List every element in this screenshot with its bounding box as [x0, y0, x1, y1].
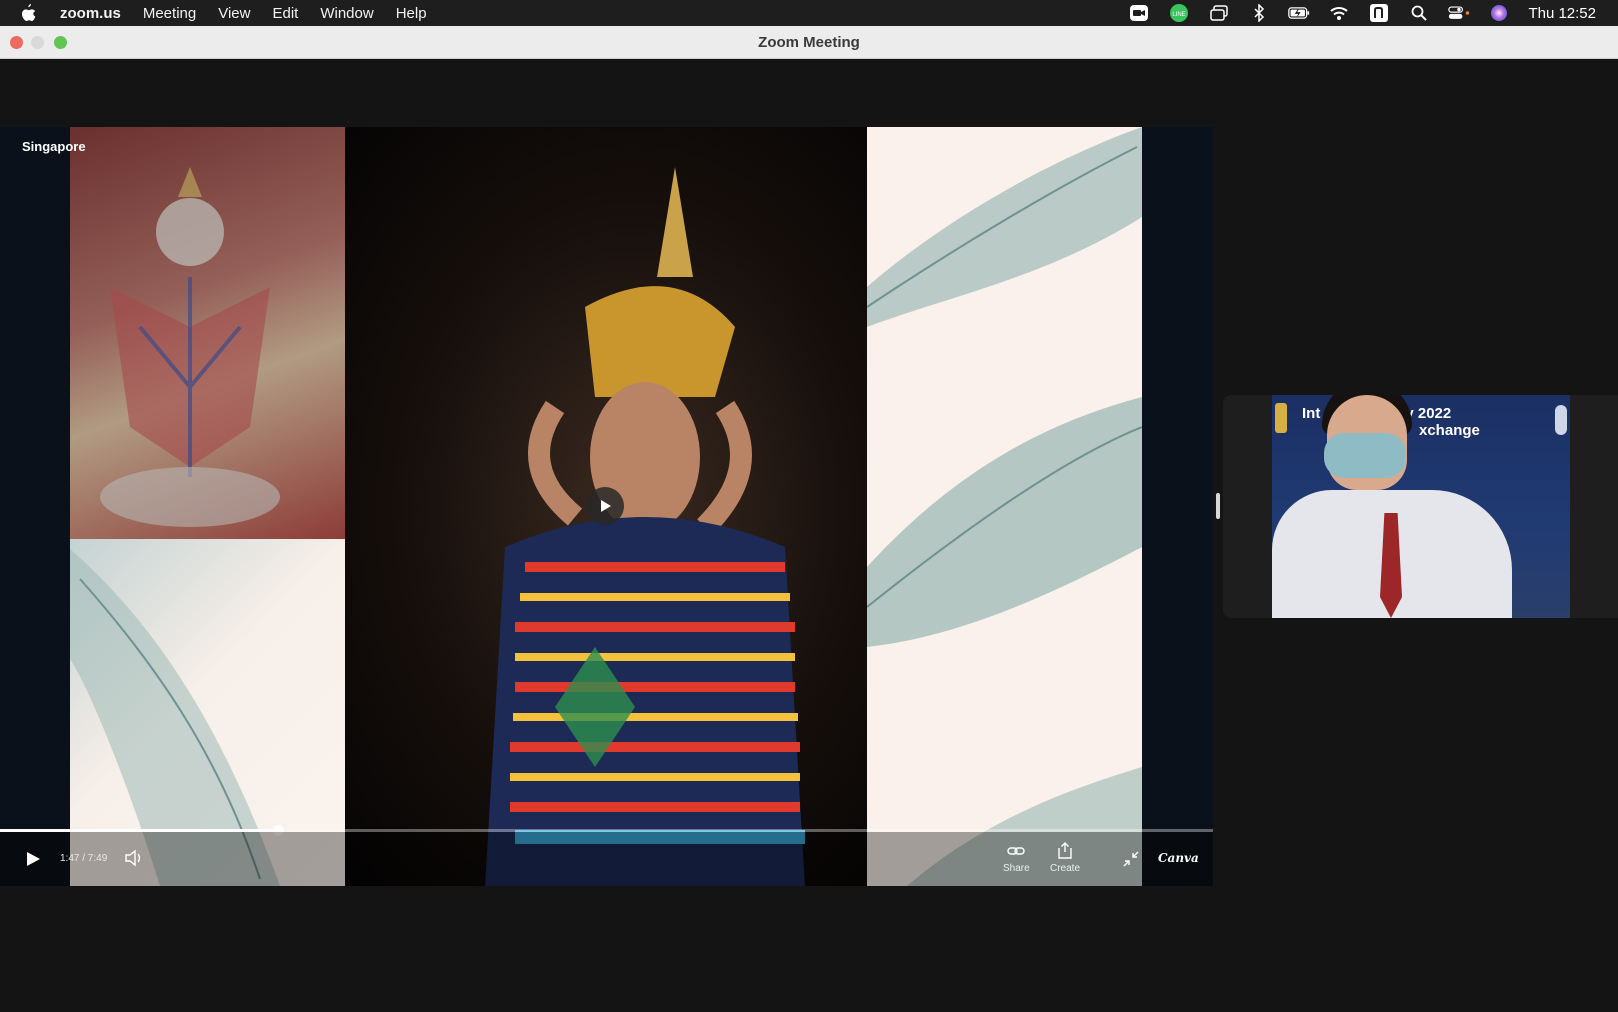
siri-icon[interactable] [1488, 4, 1510, 22]
slide-image-thai-mural [70, 127, 368, 539]
slide-leaf-panel-right [866, 127, 1143, 886]
banner-emblem-left [1275, 403, 1287, 433]
svg-text:LINE: LINE [1173, 12, 1186, 18]
menu-bar-clock[interactable]: Thu 12:52 [1528, 5, 1596, 22]
battery-icon[interactable] [1288, 4, 1310, 22]
share-location-label: Singapore [22, 139, 86, 154]
window-title: Zoom Meeting [758, 34, 860, 51]
participant-face-mask [1324, 433, 1406, 478]
window-title-bar: Zoom Meeting [0, 26, 1618, 59]
volume-icon[interactable] [124, 849, 144, 867]
screen-mirror-icon[interactable] [1208, 4, 1230, 22]
create-button-label: Create [1050, 863, 1081, 874]
create-icon [1056, 842, 1074, 860]
zoom-icon[interactable] [1128, 4, 1150, 22]
menu-help[interactable]: Help [396, 5, 427, 22]
exit-fullscreen-icon[interactable] [1123, 851, 1139, 867]
menu-view[interactable]: View [218, 5, 250, 22]
menu-app-name[interactable]: zoom.us [60, 5, 121, 22]
video-time: 1:47 / 7:49 [60, 853, 108, 864]
share-button-label: Share [1003, 863, 1030, 874]
control-center-icon[interactable] [1448, 4, 1470, 22]
apple-logo-icon[interactable] [20, 4, 46, 22]
menu-edit[interactable]: Edit [272, 5, 298, 22]
canva-logo[interactable]: Canva [1158, 851, 1199, 865]
menu-meeting[interactable]: Meeting [143, 5, 196, 22]
bluetooth-icon[interactable] [1248, 4, 1270, 22]
menu-window[interactable]: Window [320, 5, 373, 22]
share-button[interactable]: Share [1003, 842, 1030, 874]
shared-screen[interactable]: Singapore 1:47 / 7:49 Share Create Canva [0, 127, 1213, 886]
video-center-play-button[interactable] [586, 487, 624, 525]
link-icon [1007, 842, 1026, 860]
video-controls: 1:47 / 7:49 Share Create Canva [0, 832, 1213, 886]
play-icon[interactable] [24, 850, 42, 868]
create-button[interactable]: Create [1050, 842, 1080, 874]
menu-bar: zoom.us Meeting View Edit Window Help LI… [0, 0, 1618, 26]
input-source-icon[interactable] [1368, 4, 1390, 22]
line-icon[interactable]: LINE [1168, 4, 1190, 22]
participant-video: Int endship Day 2022 xchange [1272, 395, 1570, 618]
panel-splitter-handle[interactable] [1216, 493, 1220, 519]
wifi-icon[interactable] [1328, 4, 1350, 22]
participant-video-tile[interactable]: Int endship Day 2022 xchange [1223, 395, 1618, 618]
spotlight-icon[interactable] [1408, 4, 1430, 22]
